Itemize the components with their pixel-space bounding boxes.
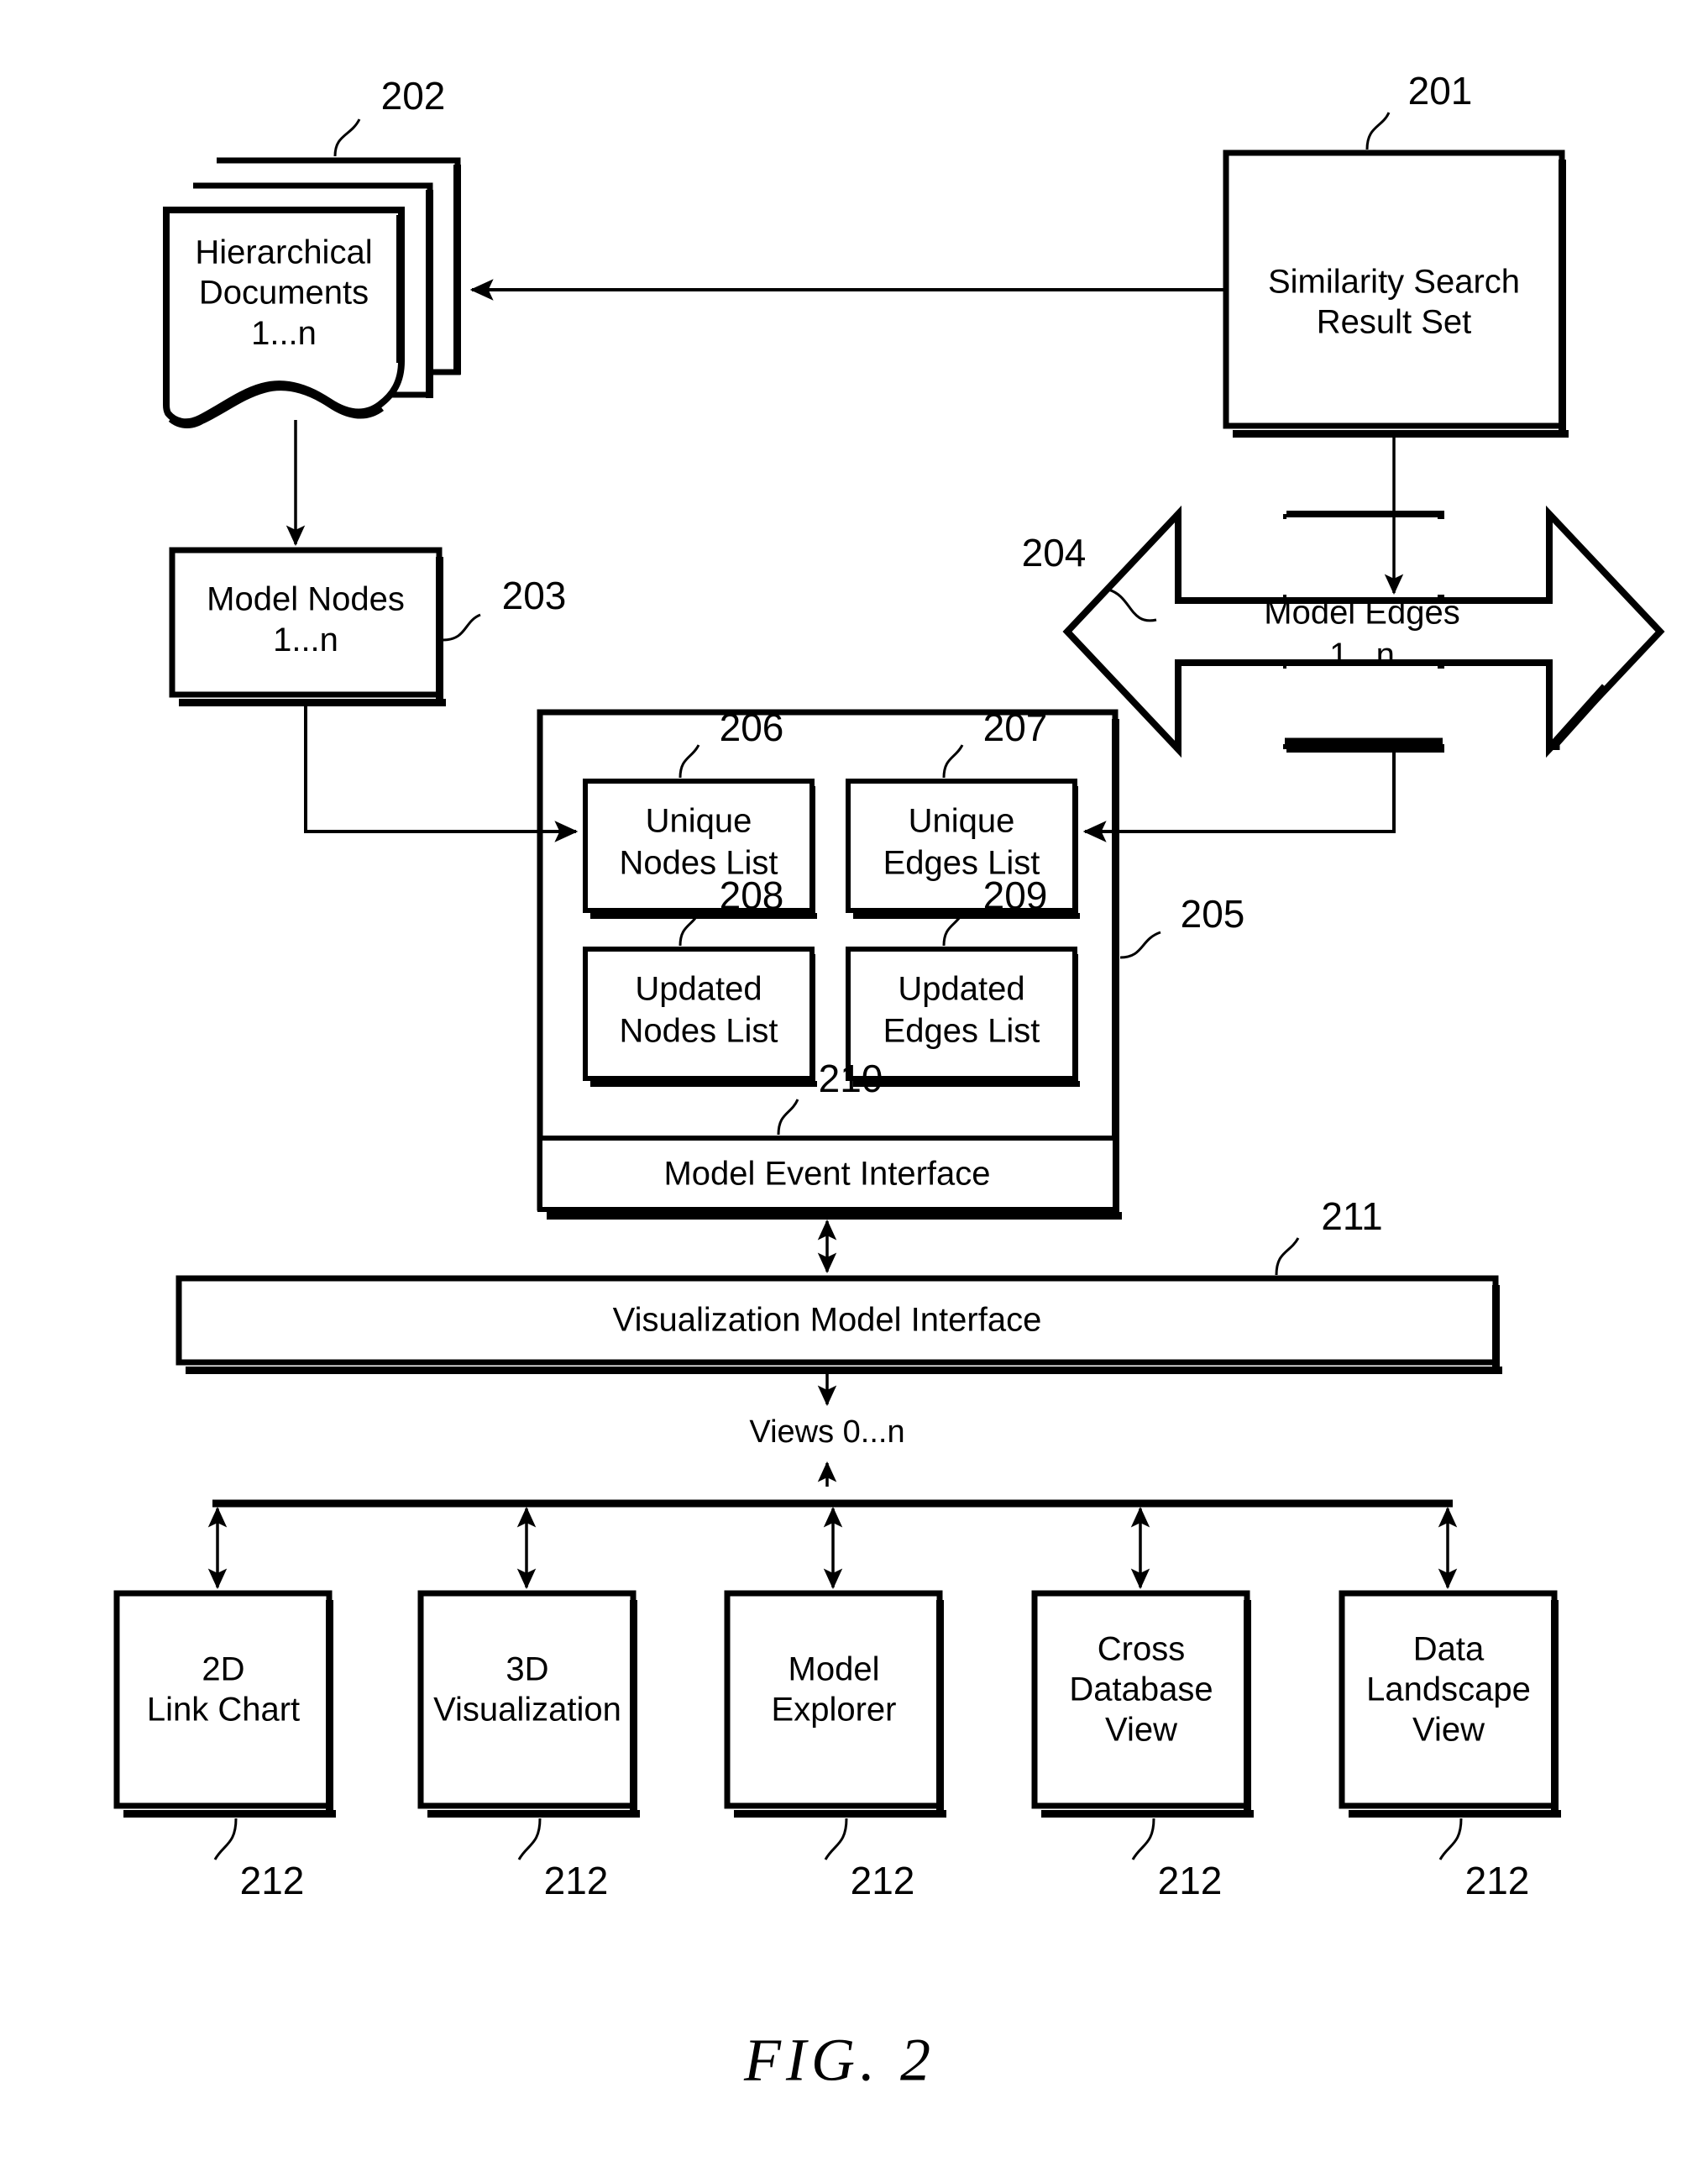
leader-212-1 (213, 1818, 238, 1860)
ref-number-205: 205 (1181, 892, 1245, 936)
ref-number-212-3: 212 (851, 1859, 915, 1902)
connector-204-to-207 (1082, 749, 1396, 842)
updated-edges-list-line1: Updated (898, 971, 1024, 1008)
ref-number-201: 201 (1408, 69, 1473, 113)
view-5-line3: View (1412, 1712, 1485, 1749)
ref-number-206: 206 (720, 706, 784, 749)
similarity-search-line2: Result Set (1317, 304, 1472, 341)
ref-number-212-2: 212 (544, 1859, 609, 1902)
visualization-model-interface-label: Visualization Model Interface (613, 1302, 1042, 1339)
leader-212-2 (517, 1818, 542, 1860)
ref-number-204: 204 (1022, 531, 1087, 574)
leader-201 (1365, 112, 1391, 150)
leader-212-5 (1438, 1818, 1463, 1860)
view-1-line1: 2D (202, 1651, 244, 1688)
hierarchical-documents-line1: Hierarchical (195, 234, 372, 271)
unique-edges-list-line1: Unique (909, 803, 1015, 840)
view-4-line3: View (1105, 1712, 1177, 1749)
figure-canvas: 201 Similarity Search Result Set 202 Hie… (113, 69, 1665, 2094)
updated-nodes-list-line2: Nodes List (620, 1013, 778, 1050)
hierarchical-documents-line3: 1...n (251, 315, 317, 352)
leader-211 (1275, 1237, 1300, 1276)
ref-number-211: 211 (1321, 1194, 1382, 1238)
ref-number-210: 210 (819, 1057, 883, 1100)
ref-number-212-1: 212 (240, 1859, 305, 1902)
node-model-edges (1062, 505, 1665, 758)
patent-figure-2: 201 Similarity Search Result Set 202 Hie… (0, 0, 1708, 2172)
leader-212-3 (824, 1818, 848, 1860)
ref-number-212-5: 212 (1465, 1859, 1530, 1902)
updated-edges-list-line2: Edges List (883, 1013, 1040, 1050)
views-label: Views 0...n (749, 1414, 904, 1450)
leader-203 (442, 613, 481, 642)
model-edges-line1: Model Edges (1264, 595, 1459, 632)
model-event-interface-label: Model Event Interface (663, 1156, 990, 1193)
unique-nodes-list-line1: Unique (646, 803, 752, 840)
model-nodes-line2: 1...n (273, 622, 338, 658)
similarity-search-line1: Similarity Search (1268, 264, 1520, 301)
view-5-line2: Landscape (1366, 1671, 1531, 1708)
model-edges-line2: 1...n (1329, 637, 1395, 674)
ref-number-203: 203 (502, 574, 567, 617)
model-nodes-line1: Model Nodes (207, 581, 405, 618)
view-4-line2: Database (1069, 1671, 1213, 1708)
leader-202 (333, 118, 361, 157)
view-2-line2: Visualization (433, 1692, 621, 1729)
leader-205 (1119, 931, 1161, 959)
view-3-line1: Model (789, 1651, 880, 1688)
view-5-line1: Data (1413, 1631, 1485, 1668)
ref-number-207: 207 (983, 706, 1048, 749)
figure-caption: FIG. 2 (743, 2027, 935, 2094)
leader-212-4 (1131, 1818, 1155, 1860)
ref-number-202: 202 (381, 74, 446, 118)
updated-nodes-list-line1: Updated (635, 971, 762, 1008)
view-4-line1: Cross (1098, 1631, 1185, 1668)
view-1-line2: Link Chart (147, 1692, 300, 1729)
hierarchical-documents-line2: Documents (199, 275, 369, 312)
ref-number-212-4: 212 (1158, 1859, 1223, 1902)
ref-number-208: 208 (720, 874, 784, 917)
view-3-line2: Explorer (772, 1692, 897, 1729)
ref-number-209: 209 (983, 874, 1048, 917)
connector-203-to-206 (304, 706, 579, 842)
view-2-line1: 3D (506, 1651, 548, 1688)
